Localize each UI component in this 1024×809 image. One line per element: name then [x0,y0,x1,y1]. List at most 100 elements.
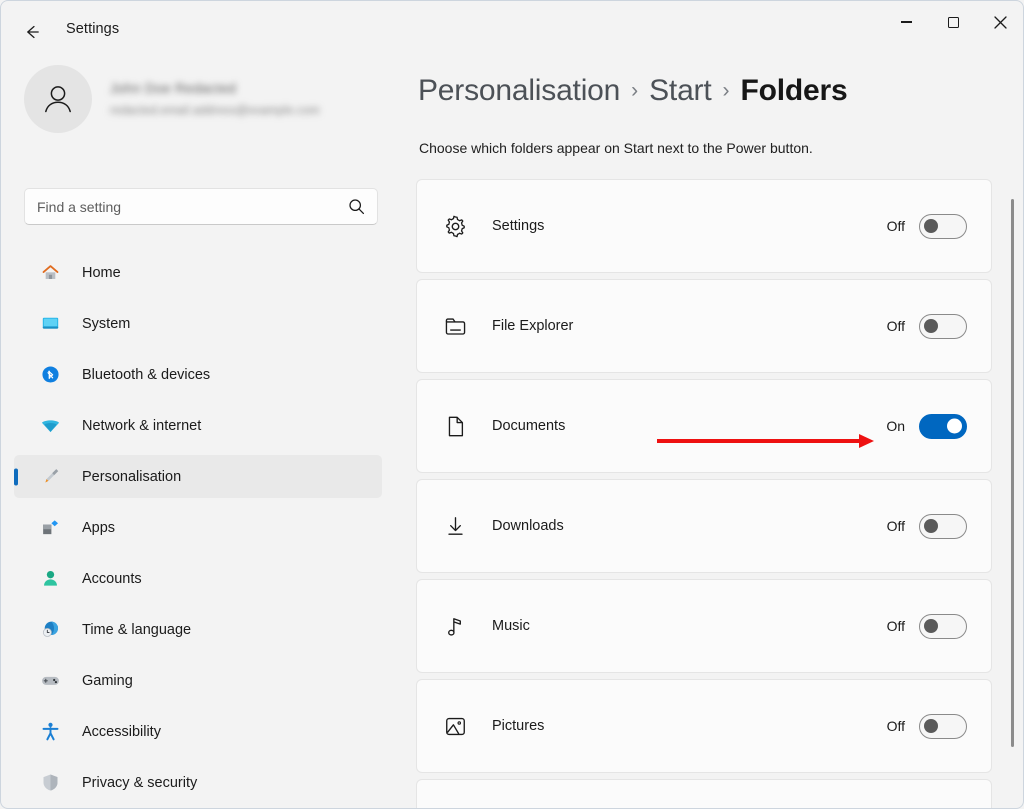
sidebar-item-privacy-security[interactable]: Privacy & security [14,761,382,804]
folder-control: Off [886,513,967,539]
folder-row-music[interactable]: Music Off [416,579,992,673]
folder-row-downloads[interactable]: Downloads Off [416,479,992,573]
sidebar-item-network-internet[interactable]: Network & internet [14,404,382,447]
personalisation-icon [40,465,66,489]
sidebar-item-home[interactable]: Home [14,251,382,294]
toggle-state-text: Off [886,218,905,234]
window-controls [883,0,1024,44]
folder-toggle[interactable] [919,513,967,539]
content-area: Personalisation › Start › Folders Choose… [396,55,1024,809]
toggle-knob [924,719,938,733]
back-button[interactable] [14,16,50,48]
sidebar-item-label: Apps [82,519,116,536]
toggle-knob [924,519,938,533]
apps-icon [40,516,66,540]
folder-row-settings[interactable]: Settings Off [416,179,992,273]
sidebar-item-label: Bluetooth & devices [82,366,211,383]
sidebar-item-label: Network & internet [82,417,202,434]
sidebar-item-label: Time & language [82,621,192,638]
system-icon [40,312,66,336]
folder-label: Settings [492,218,545,234]
sidebar-item-time-language[interactable]: Time & language [14,608,382,651]
toggle-state-text: Off [886,318,905,334]
scrollbar[interactable] [1007,173,1019,809]
minimize-icon [901,21,912,23]
folder-label: Music [492,618,530,634]
sidebar-item-label: System [82,315,131,332]
breadcrumb: Personalisation › Start › Folders [418,74,848,108]
folder-label: Downloads [492,518,564,534]
privacy-security-icon [40,771,66,795]
minimize-button[interactable] [883,0,930,44]
toggle-state-text: On [886,418,905,434]
sidebar: John Doe Redacted redacted.email.address… [0,55,396,809]
profile-name: John Doe Redacted [110,81,237,96]
maximize-icon [948,16,959,28]
bluetooth-icon [40,363,66,387]
folder-label: File Explorer [492,318,574,334]
breadcrumb-start[interactable]: Start [649,74,712,108]
user-profile[interactable]: John Doe Redacted redacted.email.address… [24,65,374,133]
folder-control: On [886,413,967,439]
search-input[interactable] [37,198,348,215]
folder-control: Off [886,213,967,239]
folder-list: Settings Off File Explorer Off Documents… [416,179,992,809]
toggle-knob [947,418,962,434]
gaming-icon [40,669,66,693]
navigation-list: Home System Bluetooth & devices Network … [14,251,382,809]
page-subtitle: Choose which folders appear on Start nex… [419,140,813,156]
person-icon [45,86,71,113]
folder-toggle[interactable] [919,713,967,739]
search-icon[interactable] [348,198,365,215]
folder-toggle[interactable] [919,413,967,439]
toggle-knob [924,619,938,633]
folder-icon [440,311,470,341]
sidebar-item-label: Accounts [82,570,142,587]
toggle-knob [924,219,938,233]
picture-icon [440,711,470,741]
maximize-button[interactable] [930,0,977,44]
folder-row-pictures[interactable]: Pictures Off [416,679,992,773]
close-button[interactable] [977,0,1024,44]
sidebar-item-label: Personalisation [82,468,182,485]
window-title: Settings [66,21,120,37]
folder-toggle[interactable] [919,613,967,639]
folder-control: Off [886,713,967,739]
folder-row-file-explorer[interactable]: File Explorer Off [416,279,992,373]
profile-email: redacted.email.address@example.com [110,105,320,117]
sidebar-item-gaming[interactable]: Gaming [14,659,382,702]
avatar [24,65,92,133]
sidebar-item-personalisation[interactable]: Personalisation [14,455,382,498]
sidebar-item-bluetooth-devices[interactable]: Bluetooth & devices [14,353,382,396]
toggle-state-text: Off [886,618,905,634]
toggle-state-text: Off [886,718,905,734]
home-icon [40,261,66,285]
folder-control: Off [886,313,967,339]
scrollbar-thumb[interactable] [1011,199,1014,747]
search-box[interactable] [24,188,378,225]
breadcrumb-folders: Folders [740,74,848,107]
breadcrumb-personalisation[interactable]: Personalisation [418,74,620,108]
sidebar-item-accessibility[interactable]: Accessibility [14,710,382,753]
sidebar-item-label: Home [82,264,121,281]
toggle-state-text: Off [886,518,905,534]
folder-row-documents[interactable]: Documents On [416,379,992,473]
folder-control: Off [886,613,967,639]
profile-text: John Doe Redacted redacted.email.address… [110,81,320,117]
sidebar-item-system[interactable]: System [14,302,382,345]
folder-label: Pictures [492,718,545,734]
gear-icon [440,211,470,241]
folder-label: Documents [492,418,566,434]
folder-toggle[interactable] [919,313,967,339]
sidebar-item-label: Gaming [82,672,133,689]
download-icon [440,511,470,541]
sidebar-item-accounts[interactable]: Accounts [14,557,382,600]
folder-row-partial[interactable] [416,779,992,809]
breadcrumb-separator: › [722,79,730,102]
time-language-icon [40,618,66,642]
sidebar-item-label: Accessibility [82,723,161,740]
close-icon [994,15,1007,29]
sidebar-item-apps[interactable]: Apps [14,506,382,549]
folder-toggle[interactable] [919,213,967,239]
accessibility-icon [40,720,66,744]
